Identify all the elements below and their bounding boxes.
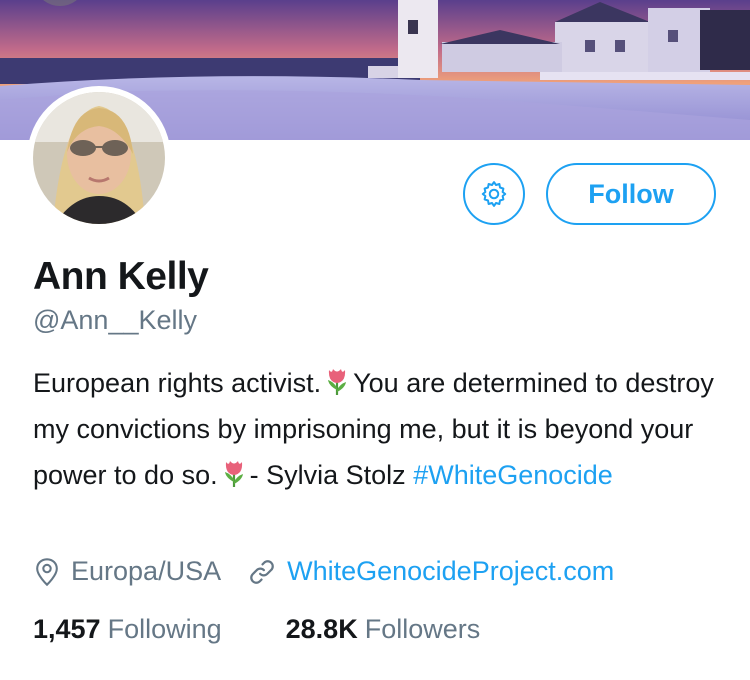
gear-icon — [481, 181, 507, 207]
followers-label: Followers — [364, 614, 481, 644]
following-label: Following — [107, 614, 222, 644]
tulip-emoji-icon — [221, 456, 247, 487]
profile-meta: Europa/USA WhiteGenocideProject.com — [33, 556, 614, 587]
profile-bio: European rights activist. You are determi… — [33, 360, 723, 498]
follow-button[interactable]: Follow — [546, 163, 716, 225]
settings-button[interactable] — [463, 163, 525, 225]
bio-hashtag-link[interactable]: #WhiteGenocide — [413, 460, 613, 490]
following-count: 1,457 — [33, 614, 101, 644]
bio-text-3: - Sylvia Stolz — [249, 460, 406, 490]
bio-text-1: European rights activist. — [33, 368, 322, 398]
profile-location: Europa/USA — [71, 556, 222, 586]
followers-count: 28.8K — [285, 614, 358, 644]
profile-handle: @Ann__Kelly — [33, 305, 198, 335]
profile-name: Ann Kelly — [33, 255, 209, 298]
profile-stats: 1,457 Following 28.8K Followers — [33, 614, 480, 645]
location-pin-icon — [33, 557, 61, 587]
avatar[interactable] — [27, 86, 171, 230]
avatar-photo — [33, 92, 165, 224]
profile-website-link[interactable]: WhiteGenocideProject.com — [287, 556, 614, 587]
followers-stat[interactable]: 28.8K Followers — [286, 614, 481, 645]
following-stat[interactable]: 1,457 Following — [33, 614, 222, 645]
tulip-emoji-icon — [324, 364, 350, 395]
link-icon — [247, 557, 277, 587]
